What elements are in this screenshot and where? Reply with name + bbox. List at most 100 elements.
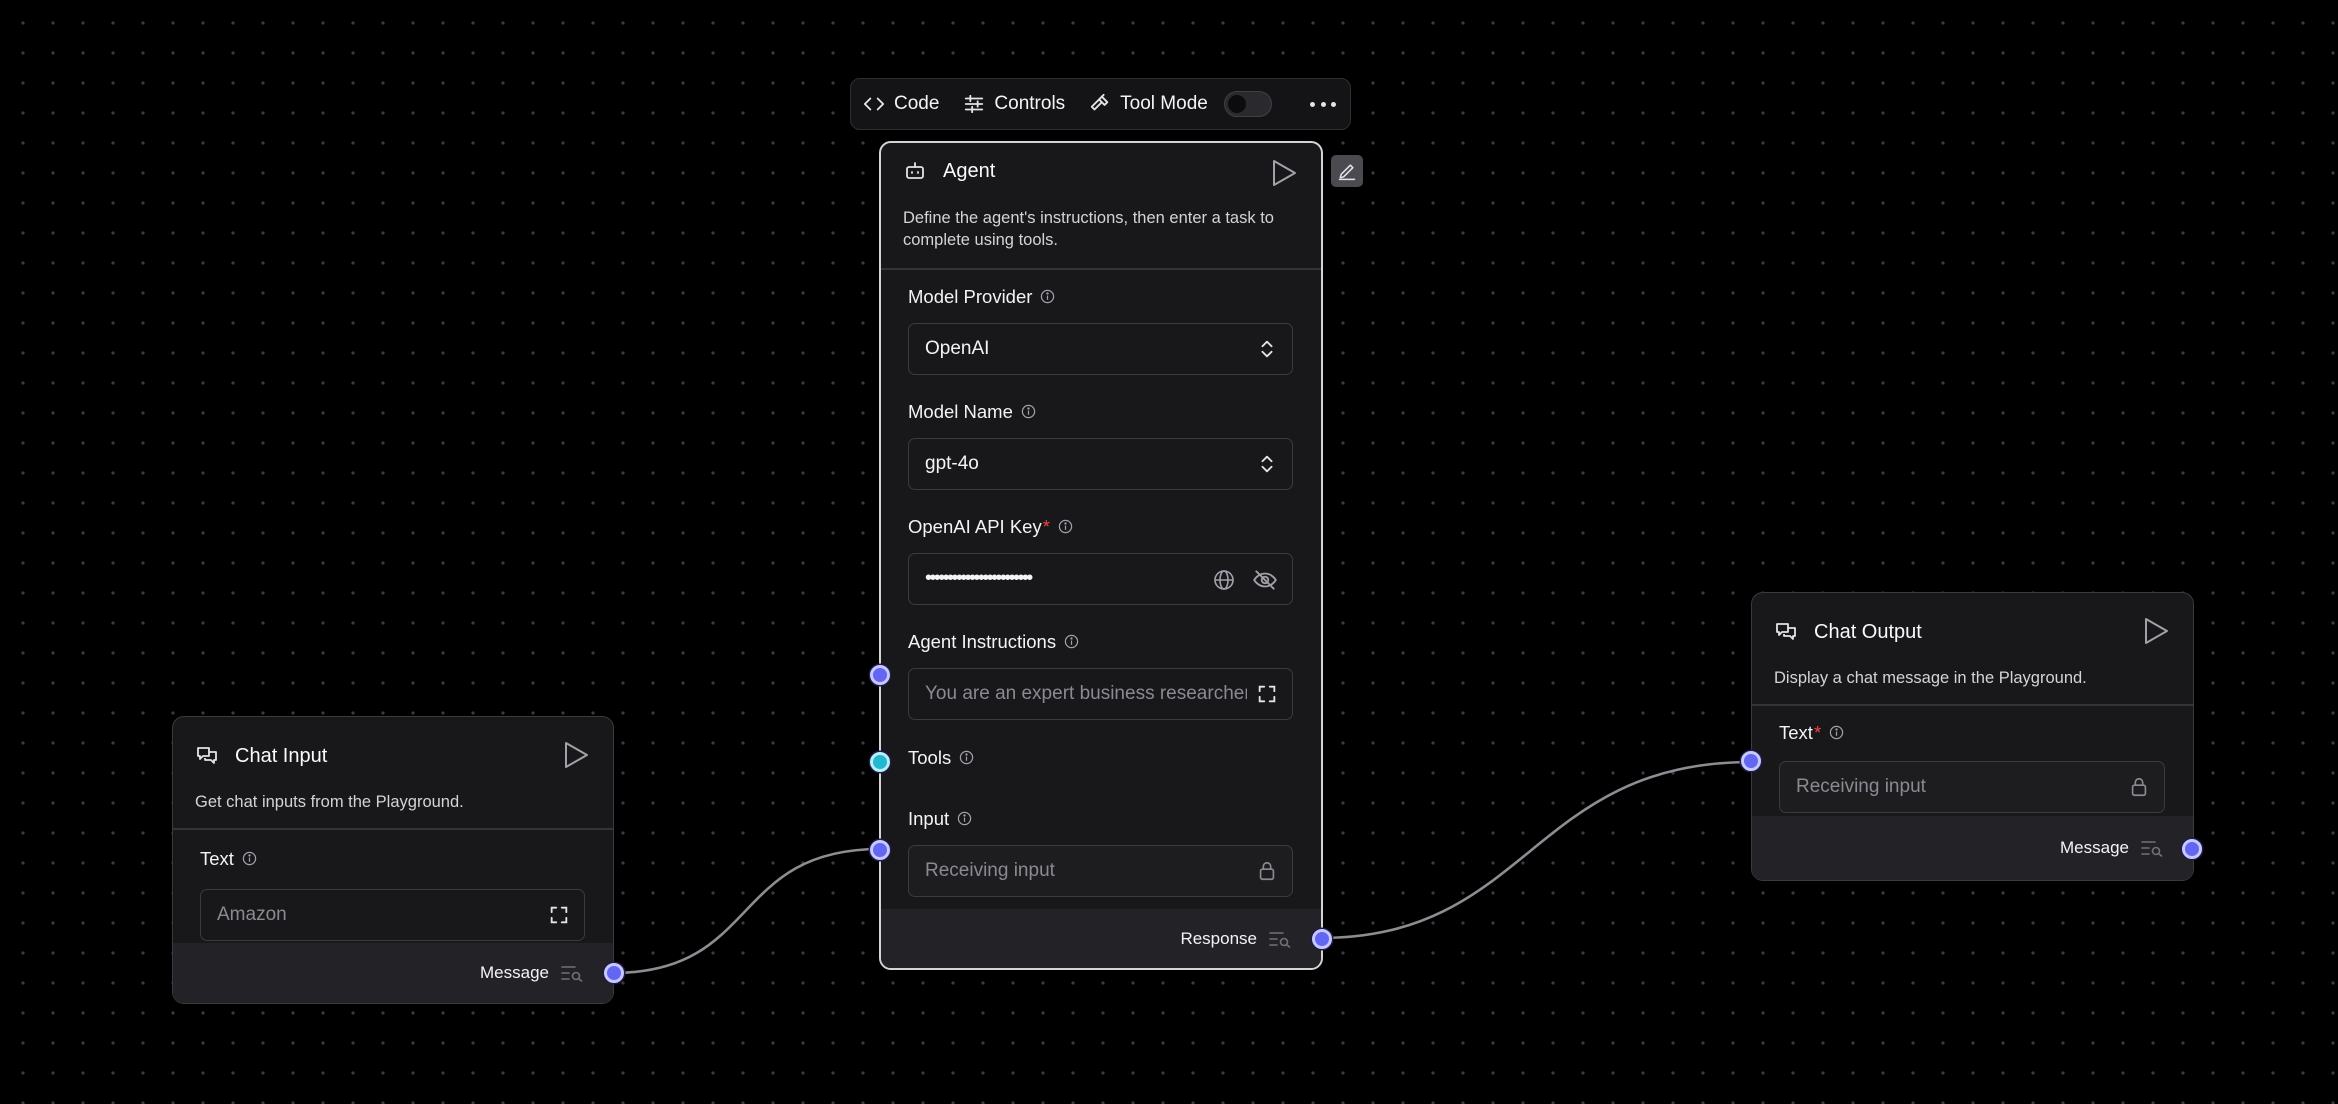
node-header: Agent <box>881 143 1321 199</box>
code-icon <box>863 97 885 111</box>
chevrons-up-down-icon <box>1261 340 1273 357</box>
pencil-icon <box>1338 164 1356 181</box>
text-label: Text * <box>1779 720 2165 746</box>
input-label-text: Input <box>908 807 950 829</box>
node-header: Chat Input <box>173 717 613 791</box>
bot-icon <box>906 162 924 179</box>
node-title: Chat Output <box>1814 620 1922 643</box>
tools-label-text: Tools <box>908 746 952 768</box>
tools-label: Tools <box>908 745 1293 771</box>
tool-mode-button[interactable]: Tool Mode <box>1089 93 1208 115</box>
globe-icon[interactable] <box>1212 568 1236 592</box>
node-output: Response <box>881 909 1321 968</box>
model-provider-select[interactable]: OpenAI <box>908 322 1293 375</box>
agent-tools-handle[interactable] <box>870 752 890 772</box>
hammer-icon <box>1091 93 1109 111</box>
node-header: Chat Output <box>1752 593 2193 667</box>
info-icon[interactable] <box>1021 404 1036 419</box>
model-name-label-text: Model Name <box>908 400 1013 422</box>
chat-icon <box>1776 623 1796 640</box>
agent-response-handle[interactable] <box>1312 929 1332 949</box>
text-label-text: Text <box>200 847 234 869</box>
agent-instructions-input[interactable]: You are an expert business researcher <box>908 667 1293 720</box>
chevrons-up-down-icon <box>1261 455 1273 472</box>
expand-icon[interactable] <box>1256 683 1278 705</box>
input-receiving: Receiving input <box>908 844 1293 897</box>
code-label: Code <box>894 93 940 114</box>
node-description: Display a chat message in the Playground… <box>1774 669 2087 687</box>
node-title: Chat Input <box>235 744 328 767</box>
info-icon[interactable] <box>1040 289 1055 304</box>
model-provider-label-text: Model Provider <box>908 285 1033 307</box>
agent-instructions-label: Agent Instructions <box>908 629 1293 655</box>
edit-node-button[interactable] <box>1331 155 1363 187</box>
text-input-value: Amazon <box>217 903 287 925</box>
agent-instructions-field: Agent Instructions You are an expert bus… <box>881 605 1321 720</box>
info-icon[interactable] <box>1829 725 1844 740</box>
tool-mode-toggle[interactable] <box>1223 91 1272 117</box>
chat-icon <box>197 747 217 764</box>
message-list-icon <box>2141 841 2163 857</box>
node-description: Get chat inputs from the Playground. <box>195 793 464 811</box>
node-output: Message <box>173 943 613 1003</box>
text-placeholder: Receiving input <box>1796 775 1926 797</box>
model-name-value: gpt-4o <box>925 452 979 474</box>
info-icon[interactable] <box>959 750 974 765</box>
output-label: Response <box>1180 928 1257 948</box>
more-icon[interactable] <box>1310 92 1336 116</box>
lock-icon <box>1259 861 1275 880</box>
node-description: Define the agent's instructions, then en… <box>903 209 1274 249</box>
edge-agent-response-to-chat-output[interactable] <box>1319 760 1753 940</box>
controls-button[interactable]: Controls <box>963 93 1065 115</box>
model-provider-label: Model Provider <box>908 284 1293 310</box>
input-label: Input <box>908 806 1293 832</box>
agent-input-handle[interactable] <box>870 840 890 860</box>
api-key-masked: •••••••••••••••••••••••• <box>925 567 1033 589</box>
edge-chat-input-to-agent-input[interactable] <box>612 847 881 975</box>
message-list-icon <box>561 966 583 982</box>
eye-off-icon[interactable] <box>1252 567 1278 593</box>
info-icon[interactable] <box>242 851 257 866</box>
sliders-icon <box>965 94 984 114</box>
expand-icon[interactable] <box>548 904 570 926</box>
info-icon[interactable] <box>1058 519 1073 534</box>
input-placeholder: Receiving input <box>925 859 1055 881</box>
chat-input-output-handle[interactable] <box>604 963 624 983</box>
chat-output-message-handle[interactable] <box>2182 839 2202 859</box>
api-key-field: OpenAI API Key * •••••••••••••••••••••••• <box>881 490 1321 605</box>
text-receiving: Receiving input <box>1779 760 2165 813</box>
code-button[interactable]: Code <box>863 93 939 115</box>
chat-output-node[interactable]: Chat Output Display a chat message in th… <box>1741 592 2202 881</box>
lock-icon <box>2131 777 2147 796</box>
model-name-label: Model Name <box>908 399 1293 425</box>
model-name-select[interactable]: gpt-4o <box>908 437 1293 490</box>
controls-label: Controls <box>994 93 1066 114</box>
node-title: Agent <box>943 159 996 182</box>
model-provider-field: Model Provider OpenAI <box>881 270 1321 375</box>
play-icon[interactable] <box>563 741 589 769</box>
text-label-text: Text <box>1779 721 1813 743</box>
text-label: Text <box>200 846 585 872</box>
api-key-label-text: OpenAI API Key <box>908 515 1042 537</box>
tool-mode-label: Tool Mode <box>1120 93 1208 114</box>
message-list-icon <box>1269 931 1291 948</box>
info-icon[interactable] <box>1064 634 1079 649</box>
toggle-knob <box>1227 95 1246 113</box>
agent-instructions-label-text: Agent Instructions <box>908 630 1057 652</box>
info-icon[interactable] <box>957 811 972 826</box>
play-icon[interactable] <box>1271 159 1297 187</box>
text-field: Text * Receiving input <box>1752 706 2193 813</box>
model-provider-value: OpenAI <box>925 337 990 359</box>
agent-node[interactable]: Agent Define the agent's instructions, t… <box>870 141 1332 970</box>
text-field: Text Amazon <box>173 830 613 941</box>
required-mark: * <box>1813 721 1822 743</box>
play-icon[interactable] <box>2143 617 2169 645</box>
api-key-input[interactable]: •••••••••••••••••••••••• <box>908 552 1293 605</box>
input-field: Input Receiving input <box>881 771 1321 897</box>
api-key-label: OpenAI API Key * <box>908 514 1293 540</box>
text-input[interactable]: Amazon <box>200 888 585 941</box>
agent-instructions-handle[interactable] <box>870 665 890 685</box>
output-label: Message <box>480 963 549 982</box>
chat-input-node[interactable]: Chat Input Get chat inputs from the Play… <box>172 716 624 1004</box>
chat-output-text-handle[interactable] <box>1741 751 1761 771</box>
